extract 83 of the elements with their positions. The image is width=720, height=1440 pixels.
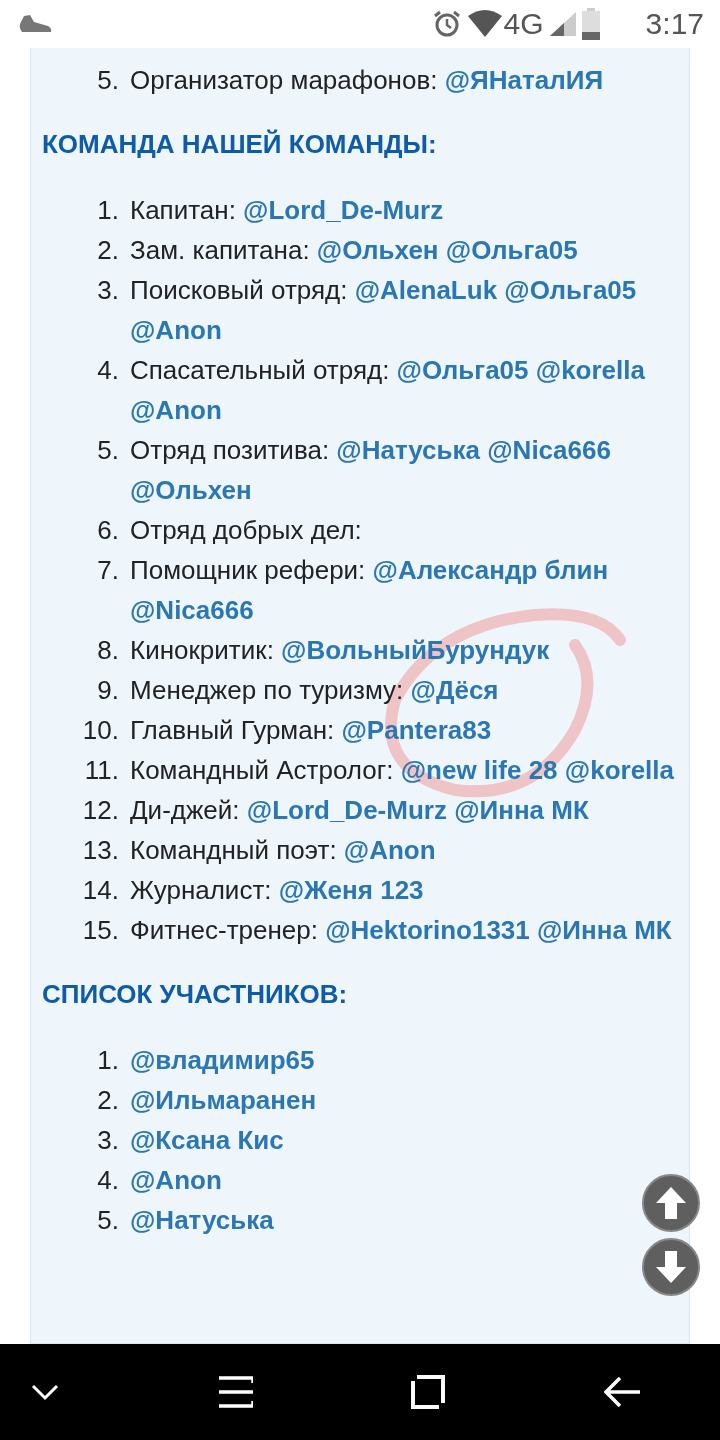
mention-link[interactable]: @Инна МК: [537, 915, 672, 945]
arrow-down-icon: [656, 1251, 686, 1283]
chevron-down-icon[interactable]: [30, 1382, 60, 1402]
list-number: 5.: [96, 434, 120, 467]
scroll-up-button[interactable]: [642, 1174, 700, 1232]
list-number: 14.: [81, 874, 120, 907]
mention-link[interactable]: @Инна МК: [454, 795, 589, 825]
network-type: 4G: [503, 7, 544, 41]
list-number: 15.: [81, 914, 120, 947]
mention-link[interactable]: @Дёся: [410, 675, 499, 705]
list-number: 7.: [96, 554, 120, 587]
arrow-up-icon: [656, 1187, 686, 1219]
list-number: 12.: [81, 794, 120, 827]
mention-link[interactable]: @new life 28: [400, 755, 558, 785]
list-item-text: Менеджер по туризму: @Дёся: [130, 674, 500, 707]
mention-link[interactable]: @владимир65: [130, 1045, 315, 1075]
list-item-text: Ди-джей: @Lord_De-Murz @Инна МК: [130, 794, 590, 827]
battery-icon: [581, 8, 600, 40]
list-number: 10.: [81, 714, 120, 747]
mention-link[interactable]: @Ольга05: [396, 355, 529, 385]
list-number: 3.: [96, 274, 120, 307]
mention-link[interactable]: @Ольхен: [130, 475, 252, 505]
list-number: 13.: [81, 834, 120, 867]
clock-time: 3:17: [645, 7, 704, 41]
section-heading: СПИСОК УЧАСТНИКОВ:: [42, 978, 349, 1011]
list-number: 5.: [96, 64, 120, 97]
mention-link[interactable]: @Александр блин: [372, 555, 609, 585]
mention-link[interactable]: @Ольга05: [445, 235, 578, 265]
mention-link[interactable]: @Женя 123: [278, 875, 424, 905]
list-item-text: Капитан: @Lord_De-Murz: [130, 194, 445, 227]
mention-link[interactable]: @Ольга05: [504, 275, 637, 305]
alarm-icon: [431, 9, 462, 39]
mention-link[interactable]: @Натуська: [336, 435, 481, 465]
list-number: 11.: [83, 754, 120, 787]
list-number: 8.: [96, 634, 120, 667]
wifi-icon: [467, 10, 502, 38]
mention-link[interactable]: @Pantera83: [341, 715, 492, 745]
list-number: 2.: [96, 1084, 120, 1117]
mention-link[interactable]: @ВольныйБурундук: [281, 635, 550, 665]
mention-link[interactable]: @Nica666: [130, 595, 254, 625]
list-item-text: Командный Астролог: @new life 28 @korella: [130, 754, 675, 787]
mention-link[interactable]: @korella: [535, 355, 645, 385]
mention-link[interactable]: @korella: [564, 755, 674, 785]
list-item-text: Поисковый отряд: @AlenaLuk @Ольга05 @Anon: [130, 274, 638, 347]
section-heading: КОМАНДА НАШЕЙ КОМАНДЫ:: [42, 128, 438, 161]
mention-link[interactable]: @Ксана Кис: [130, 1125, 284, 1155]
mention-link[interactable]: @ЯНаталИЯ: [444, 65, 604, 95]
mention-link[interactable]: @Ильмаранен: [130, 1085, 317, 1115]
list-number: 2.: [96, 234, 120, 267]
list-item-text: Фитнес-тренер: @Hektorino1331 @Инна МК: [130, 914, 673, 947]
menu-icon[interactable]: [218, 1375, 253, 1409]
mention-link[interactable]: @Nica666: [487, 435, 611, 465]
list-item-text: Отряд позитива: @Натуська @Nica666 @Ольхен: [130, 434, 612, 507]
list-number: 1.: [96, 194, 120, 227]
mention-link[interactable]: @AlenaLuk: [354, 275, 498, 305]
list-item-text: Главный Гурман: @Pantera83: [130, 714, 493, 747]
mention-link[interactable]: @Anon: [130, 1165, 222, 1195]
list-number: 5.: [96, 1204, 120, 1237]
list-number: 1.: [96, 1044, 120, 1077]
signal-icon: [549, 12, 576, 36]
mention-link[interactable]: @Lord_De-Murz: [243, 195, 444, 225]
list-item-text: Зам. капитана: @Ольхен @Ольга05: [130, 234, 579, 267]
list-item-text: Журналист: @Женя 123: [130, 874, 425, 907]
back-arrow-icon[interactable]: [603, 1375, 640, 1409]
list-number: 3.: [96, 1124, 120, 1157]
list-number: 6.: [96, 514, 120, 547]
list-item-text: Помощник рефери: @Александр блин @Nica666: [130, 554, 610, 627]
mention-link[interactable]: @Ольхен: [316, 235, 439, 265]
list-item-text: Спасательный отряд: @Ольга05 @korella @Anon: [130, 354, 646, 427]
list-item-text: Организатор марафонов: @ЯНаталИЯ: [130, 64, 605, 97]
scroll-down-button[interactable]: [642, 1238, 700, 1296]
mention-link[interactable]: @Anon: [130, 315, 222, 345]
mention-link[interactable]: @Hektorino1331: [325, 915, 530, 945]
list-number: 4.: [96, 354, 120, 387]
mention-link[interactable]: @Anon: [130, 395, 222, 425]
mention-link[interactable]: @Lord_De-Murz: [246, 795, 447, 825]
list-item-text: Кинокритик: @ВольныйБурундук: [130, 634, 551, 667]
list-item-text: Командный поэт: @Anon: [130, 834, 437, 867]
mention-link[interactable]: @Anon: [343, 835, 436, 865]
mention-link[interactable]: @Натуська: [130, 1205, 274, 1235]
list-number: 4.: [96, 1164, 120, 1197]
list-item-text: Отряд добрых дел:: [130, 514, 363, 547]
list-number: 9.: [96, 674, 120, 707]
